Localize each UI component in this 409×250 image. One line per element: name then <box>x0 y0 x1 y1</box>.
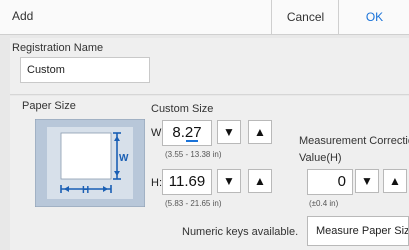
width-input[interactable]: 8.27 <box>162 120 212 146</box>
ok-button[interactable]: OK <box>338 0 409 34</box>
text-caret <box>186 140 198 142</box>
height-decrement-button[interactable]: ▼ <box>217 169 241 193</box>
width-decrement-button[interactable]: ▼ <box>217 120 241 144</box>
registration-name-label: Registration Name <box>12 42 104 54</box>
custom-size-label: Custom Size <box>151 103 214 115</box>
measurement-correction-input[interactable]: 0 <box>307 169 353 195</box>
correction-decrement-button[interactable]: ▼ <box>355 169 379 193</box>
measurement-range: (±0.4 in) <box>309 199 339 208</box>
measurement-value-label: Value(H) <box>299 152 342 164</box>
paper-size-diagram-icon: W H <box>35 119 145 207</box>
paper-size-label: Paper Size <box>22 100 76 112</box>
increment-arrow-icon: ▲ <box>254 125 266 139</box>
numeric-keys-note: Numeric keys available. <box>182 226 299 238</box>
decrement-arrow-icon: ▼ <box>361 174 373 188</box>
width-increment-button[interactable]: ▲ <box>248 120 272 144</box>
width-range: (3.55 - 13.38 in) <box>165 150 222 159</box>
measure-paper-size-button[interactable]: Measure Paper Size <box>307 216 409 246</box>
dialog-title: Add <box>12 9 34 23</box>
increment-arrow-icon: ▲ <box>254 174 266 188</box>
title-bar: Add Cancel OK <box>0 0 409 35</box>
width-symbol: W <box>119 153 129 164</box>
height-label: H: <box>151 177 162 189</box>
decrement-arrow-icon: ▼ <box>223 174 235 188</box>
cancel-button[interactable]: Cancel <box>271 0 339 34</box>
height-input[interactable]: 11.69 <box>162 169 212 195</box>
increment-arrow-icon: ▲ <box>389 174 401 188</box>
correction-increment-button[interactable]: ▲ <box>383 169 407 193</box>
height-symbol: H <box>82 185 89 196</box>
measurement-correction-label: Measurement Correction <box>299 135 409 147</box>
height-increment-button[interactable]: ▲ <box>248 169 272 193</box>
decrement-arrow-icon: ▼ <box>223 125 235 139</box>
height-range: (5.83 - 21.65 in) <box>165 199 222 208</box>
registration-name-input[interactable]: Custom <box>20 57 150 83</box>
